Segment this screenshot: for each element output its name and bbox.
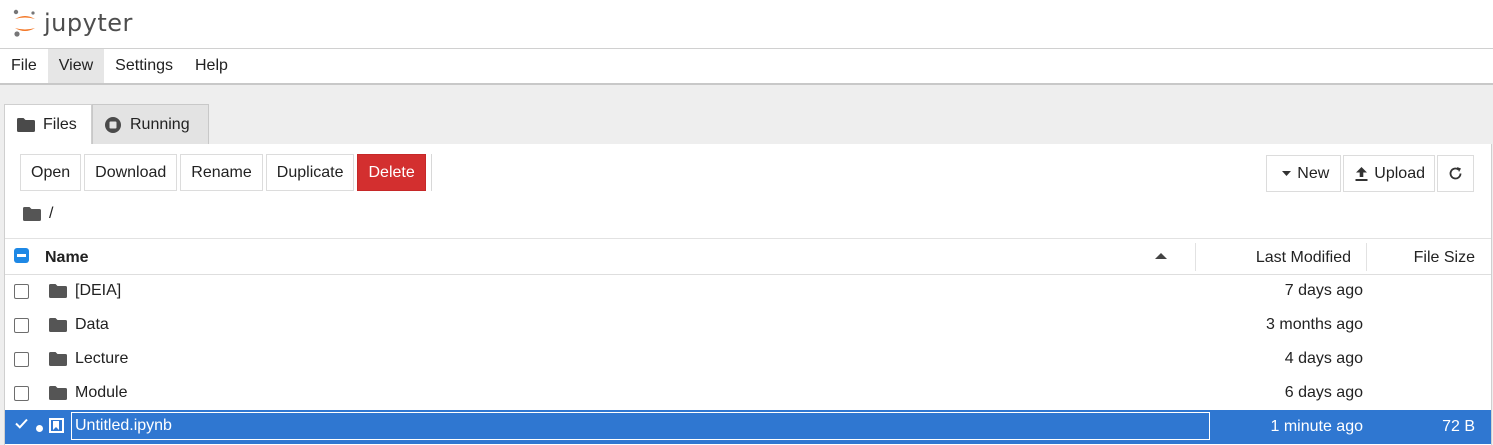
- notebook-icon: [49, 418, 64, 433]
- item-name[interactable]: [DEIA]: [75, 274, 121, 308]
- item-modified: 3 months ago: [1266, 316, 1363, 333]
- list-item[interactable]: Data 3 months ago: [5, 308, 1491, 342]
- checkmark-icon[interactable]: [15, 418, 28, 429]
- column-header-name[interactable]: Name: [45, 239, 89, 276]
- new-button[interactable]: New: [1266, 155, 1342, 192]
- open-button[interactable]: Open: [20, 154, 82, 191]
- jupyter-logo-icon: [13, 9, 35, 37]
- sort-ascending-icon: [1155, 253, 1167, 259]
- column-divider: [1195, 243, 1196, 271]
- row-checkbox[interactable]: [14, 352, 29, 367]
- tab-running-label: Running: [130, 115, 190, 133]
- duplicate-button[interactable]: Duplicate: [265, 154, 355, 191]
- column-header-last-modified[interactable]: Last Modified: [1256, 239, 1351, 276]
- app-name: jupyter: [44, 9, 133, 37]
- item-name[interactable]: Lecture: [75, 342, 128, 376]
- menu-view[interactable]: View: [47, 49, 105, 83]
- list-item[interactable]: [DEIA] 7 days ago: [5, 274, 1491, 308]
- file-actions-toolbar: Open Download Rename Duplicate Delete: [20, 154, 432, 191]
- folder-icon: [49, 318, 67, 332]
- new-button-label: New: [1297, 164, 1330, 182]
- item-modified: 7 days ago: [1284, 282, 1363, 299]
- row-checkbox[interactable]: [14, 386, 29, 401]
- jupyter-logo[interactable]: jupyter: [12, 6, 133, 40]
- upload-button[interactable]: Upload: [1343, 155, 1435, 192]
- item-modified: 4 days ago: [1284, 350, 1363, 367]
- caret-down-icon: [1282, 170, 1292, 176]
- menu-settings[interactable]: Settings: [104, 49, 184, 83]
- breadcrumb: /: [23, 205, 53, 223]
- file-create-toolbar: New Upload: [1264, 155, 1474, 192]
- file-list-header: Name Last Modified File Size: [5, 238, 1491, 275]
- select-all-checkbox[interactable]: [14, 248, 29, 263]
- item-name[interactable]: Module: [75, 376, 127, 410]
- menu-help[interactable]: Help: [184, 49, 239, 83]
- tab-running[interactable]: Running: [92, 104, 209, 144]
- top-header: jupyter: [0, 0, 1493, 49]
- item-modified: 1 minute ago: [1270, 418, 1363, 435]
- folder-icon: [17, 117, 35, 132]
- column-divider: [1366, 243, 1367, 271]
- item-modified: 6 days ago: [1284, 384, 1363, 401]
- running-indicator-icon: [36, 425, 43, 432]
- folder-icon: [49, 386, 67, 400]
- rename-button[interactable]: Rename: [180, 154, 263, 191]
- breadcrumb-path[interactable]: /: [49, 205, 53, 223]
- item-size: 72 B: [1442, 418, 1475, 435]
- list-item[interactable]: Module 6 days ago: [5, 376, 1491, 410]
- folder-icon: [49, 352, 67, 366]
- list-item-selected[interactable]: 1 minute ago 72 B: [5, 410, 1491, 444]
- list-item[interactable]: Lecture 4 days ago: [5, 342, 1491, 376]
- row-checkbox[interactable]: [14, 284, 29, 299]
- menu-bar: File View Settings Help: [0, 49, 1493, 85]
- rename-input[interactable]: [71, 412, 1210, 440]
- upload-icon: [1355, 166, 1368, 181]
- delete-button[interactable]: Delete: [357, 154, 426, 191]
- stop-circle-icon: [105, 116, 121, 133]
- toolbar-separator: [430, 154, 432, 191]
- folder-icon[interactable]: [23, 207, 41, 221]
- menu-file[interactable]: File: [0, 49, 48, 83]
- tab-files-label: Files: [43, 115, 77, 133]
- item-name[interactable]: Data: [75, 308, 109, 342]
- file-browser-panel: Open Download Rename Duplicate Delete Ne…: [4, 144, 1492, 445]
- refresh-icon: [1449, 167, 1462, 180]
- refresh-button[interactable]: [1437, 155, 1474, 192]
- row-checkbox[interactable]: [14, 318, 29, 333]
- upload-button-label: Upload: [1374, 164, 1425, 182]
- folder-icon: [49, 284, 67, 298]
- column-header-file-size[interactable]: File Size: [1414, 239, 1475, 276]
- download-button[interactable]: Download: [84, 154, 178, 191]
- tab-files[interactable]: Files: [4, 104, 92, 144]
